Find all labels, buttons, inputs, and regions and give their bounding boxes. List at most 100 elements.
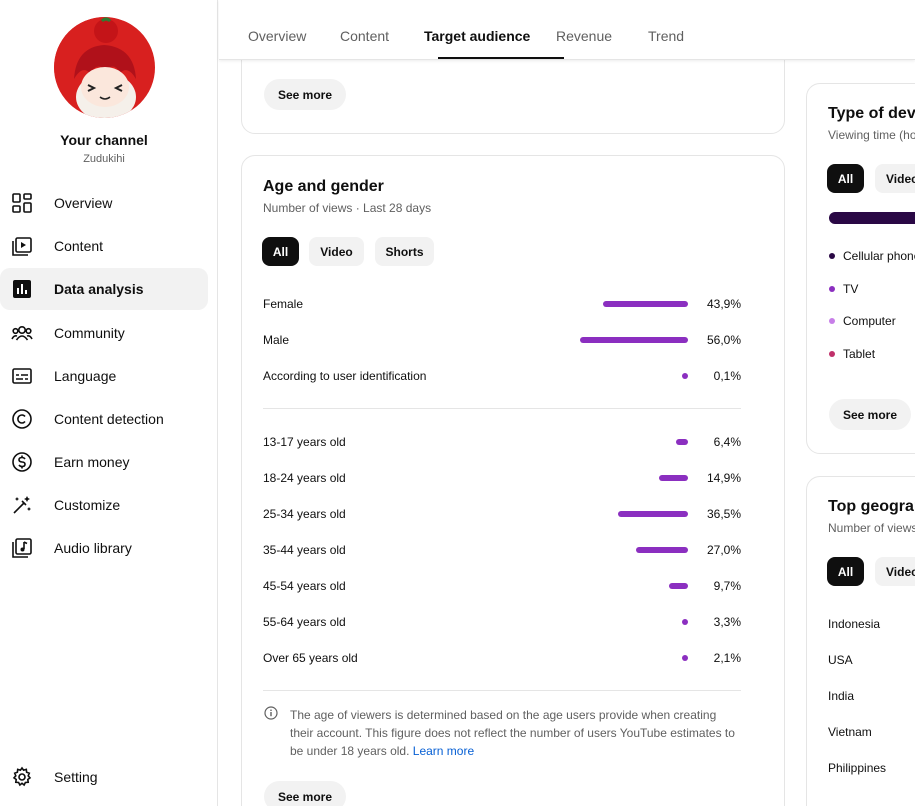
- metric-percent: 9,7%: [713, 579, 741, 593]
- metric-percent: 2,1%: [713, 651, 741, 665]
- see-more-button[interactable]: See more: [264, 79, 346, 110]
- card-title: Age and gender: [263, 178, 384, 195]
- metric-label: 13-17 years old: [263, 435, 346, 449]
- metric-bar: [635, 547, 688, 553]
- section-divider: [263, 408, 741, 409]
- metric-bar: [682, 655, 688, 661]
- metric-bar: [617, 511, 688, 517]
- magic-wand-icon: [13, 496, 31, 514]
- legend-label: Cellular phone: [843, 249, 915, 263]
- metric-bar: [669, 583, 688, 589]
- language-icon: [12, 368, 32, 384]
- legend-label: TV: [843, 281, 859, 296]
- info-icon: [264, 706, 278, 720]
- sidebar-item-customize[interactable]: Customize: [0, 484, 208, 526]
- dollar-icon: [12, 452, 32, 472]
- channel-handle: Zudukihi: [83, 153, 125, 165]
- metric-label: 55-64 years old: [263, 615, 346, 629]
- learn-more-link[interactable]: Learn more: [413, 744, 474, 758]
- metric-label: According to user identification: [263, 369, 427, 383]
- metric-label: 25-34 years old: [263, 507, 346, 521]
- metric-percent: 43,9%: [706, 297, 741, 311]
- metric-label: 35-44 years old: [263, 543, 346, 557]
- sidebar-item-data-analysis[interactable]: Data analysis: [0, 268, 208, 310]
- analytics-icon: [13, 280, 31, 298]
- sidebar-item-label: Language: [54, 368, 117, 384]
- age-note: The age of viewers is determined based o…: [290, 706, 740, 760]
- sidebar-item-label: Content detection: [54, 411, 164, 427]
- metric-percent: 14,9%: [706, 471, 741, 485]
- sidebar-item-label: Setting: [54, 769, 98, 785]
- tab-target-audience[interactable]: Target audience: [424, 28, 530, 44]
- content-icon: [12, 237, 32, 256]
- tab-overview[interactable]: Overview: [248, 28, 306, 44]
- card-title: Top geograp: [828, 498, 915, 515]
- metric-percent: 3,3%: [713, 615, 741, 629]
- metric-percent: 56,0%: [706, 333, 741, 347]
- sidebar-item-overview[interactable]: Overview: [0, 182, 208, 224]
- age-note-text: The age of viewers is determined based o…: [290, 708, 735, 758]
- see-more-button[interactable]: See more: [264, 781, 346, 806]
- legend-label: Tablet: [843, 347, 876, 362]
- metric-percent: 36,5%: [706, 507, 741, 521]
- country-label: Indonesia: [828, 617, 881, 631]
- sidebar-item-earn-money[interactable]: Earn money: [0, 441, 208, 483]
- channel-avatar[interactable]: [54, 17, 155, 118]
- metric-bar: [603, 301, 688, 307]
- sidebar-item-label: Earn money: [54, 454, 130, 470]
- sidebar-item-label: Community: [54, 325, 125, 341]
- metric-bar: [681, 619, 688, 625]
- metric-bar: [675, 439, 688, 445]
- card-title: Type of devi: [828, 105, 915, 122]
- filter-all-chip[interactable]: All: [262, 237, 299, 266]
- filter-video-chip[interactable]: Video: [309, 237, 364, 266]
- channel-name: Your channel: [60, 132, 148, 148]
- metric-percent: 27,0%: [706, 543, 741, 557]
- metric-bar: [659, 475, 688, 481]
- sidebar-item-audio-library[interactable]: Audio library: [0, 527, 208, 569]
- legend-dot: [829, 253, 835, 259]
- community-icon: [11, 326, 33, 341]
- card-subtitle: Number of views · Last 28 days: [263, 201, 432, 215]
- metric-label: Over 65 years old: [263, 651, 358, 665]
- country-label: USA: [828, 653, 853, 667]
- metric-label: Female: [263, 297, 304, 311]
- card-subtitle: Viewing time (ho: [828, 128, 915, 142]
- tab-trend[interactable]: Trend: [648, 28, 684, 44]
- metric-label: 18-24 years old: [263, 471, 346, 485]
- filter-video-chip[interactable]: Videc: [875, 164, 915, 193]
- tab-revenue[interactable]: Revenue: [556, 28, 612, 44]
- sidebar-item-label: Overview: [54, 195, 113, 211]
- filter-all-chip[interactable]: All: [827, 557, 864, 586]
- sidebar-item-setting[interactable]: Setting: [0, 756, 208, 798]
- sidebar-item-label: Audio library: [54, 540, 132, 556]
- sidebar-item-language[interactable]: Language: [0, 355, 208, 397]
- metric-label: 45-54 years old: [263, 579, 346, 593]
- metric-percent: 0,1%: [713, 369, 741, 383]
- active-tab-indicator: [438, 57, 564, 59]
- overview-icon: [12, 193, 32, 213]
- tab-content[interactable]: Content: [340, 28, 389, 44]
- section-divider: [263, 690, 741, 691]
- filter-video-chip[interactable]: Videc: [875, 557, 915, 586]
- sidebar-item-content-detection[interactable]: Content detection: [0, 398, 208, 440]
- sidebar-item-content[interactable]: Content: [0, 225, 208, 267]
- sidebar-item-label: Content: [54, 238, 104, 254]
- audio-library-icon: [12, 538, 32, 558]
- metric-percent: 6,4%: [713, 435, 741, 449]
- copyright-icon: [12, 409, 32, 429]
- metric-bar: [580, 337, 688, 343]
- filter-all-chip[interactable]: All: [827, 164, 864, 193]
- country-label: Philippines: [828, 761, 887, 775]
- legend-dot: [829, 285, 835, 292]
- metric-label: Male: [263, 333, 290, 347]
- sidebar-item-label: Customize: [54, 497, 121, 513]
- legend-label: Computer: [843, 314, 896, 329]
- tab-bar: Overview Content Target audience Revenue…: [219, 0, 915, 60]
- filter-shorts-chip[interactable]: Shorts: [375, 237, 434, 266]
- metric-bar: [682, 373, 688, 379]
- device-stacked-bar: [829, 212, 915, 224]
- country-label: India: [828, 689, 855, 703]
- sidebar-item-community[interactable]: Community: [0, 312, 208, 354]
- see-more-button[interactable]: See more: [829, 399, 911, 430]
